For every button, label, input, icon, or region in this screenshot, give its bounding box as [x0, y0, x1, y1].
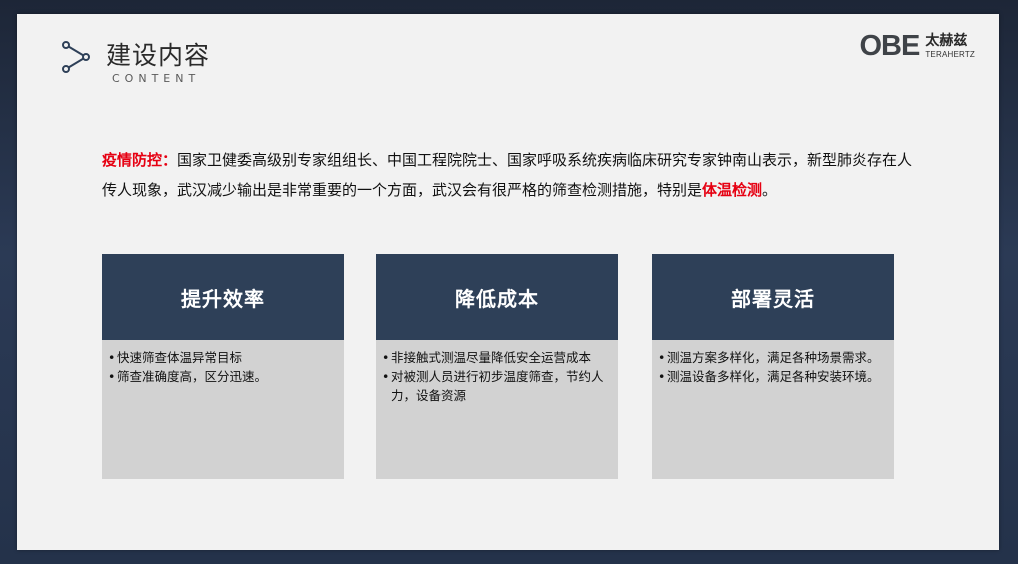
list-item: 对被测人员进行初步温度筛查，节约人力，设备资源 [382, 367, 608, 405]
brand-logo: OBE 太赫兹 TERAHERTZ [860, 32, 976, 61]
logo-mark: OBE [859, 30, 921, 62]
slide: 建设内容 CONTENT OBE 太赫兹 TERAHERTZ 疫情防控：国家卫健… [17, 14, 999, 550]
list-item: 快速筛查体温异常目标 [108, 348, 334, 367]
logo-cn: 太赫兹 [925, 33, 968, 49]
card-title: 降低成本 [376, 254, 618, 340]
intro-text: 国家卫健委高级别专家组组长、中国工程院院士、国家呼吸系统疾病临床研究专家钟南山表… [102, 151, 913, 199]
intro-paragraph: 疫情防控：国家卫健委高级别专家组组长、中国工程院院士、国家呼吸系统疾病临床研究专… [102, 145, 914, 205]
share-icon [62, 41, 90, 73]
list-item: 非接触式测温尽量降低安全运营成本 [382, 348, 608, 367]
logo-text: 太赫兹 TERAHERTZ [925, 34, 975, 59]
intro-separator: ： [162, 151, 178, 169]
card-deployment: 部署灵活 测温方案多样化，满足各种场景需求。 测温设备多样化，满足各种安装环境。 [652, 254, 894, 479]
card-efficiency: 提升效率 快速筛查体温异常目标 筛查准确度高，区分迅速。 [102, 254, 344, 479]
card-list: 快速筛查体温异常目标 筛查准确度高，区分迅速。 [102, 340, 344, 386]
card-list: 测温方案多样化，满足各种场景需求。 测温设备多样化，满足各种安装环境。 [652, 340, 894, 386]
list-item: 测温方案多样化，满足各种场景需求。 [658, 348, 884, 367]
page-subtitle: CONTENT [112, 72, 201, 85]
card-cost: 降低成本 非接触式测温尽量降低安全运营成本 对被测人员进行初步温度筛查，节约人力… [376, 254, 618, 479]
intro-highlight: 体温检测 [702, 181, 763, 199]
list-item: 筛查准确度高，区分迅速。 [108, 367, 334, 386]
logo-en: TERAHERTZ [925, 50, 975, 59]
card-title: 提升效率 [102, 254, 344, 340]
page-title: 建设内容 [106, 41, 211, 70]
intro-end: 。 [762, 181, 778, 199]
card-title: 部署灵活 [652, 254, 894, 340]
list-item: 测温设备多样化，满足各种安装环境。 [658, 367, 884, 386]
intro-label: 疫情防控 [102, 151, 163, 169]
card-list: 非接触式测温尽量降低安全运营成本 对被测人员进行初步温度筛查，节约人力，设备资源 [376, 340, 618, 405]
